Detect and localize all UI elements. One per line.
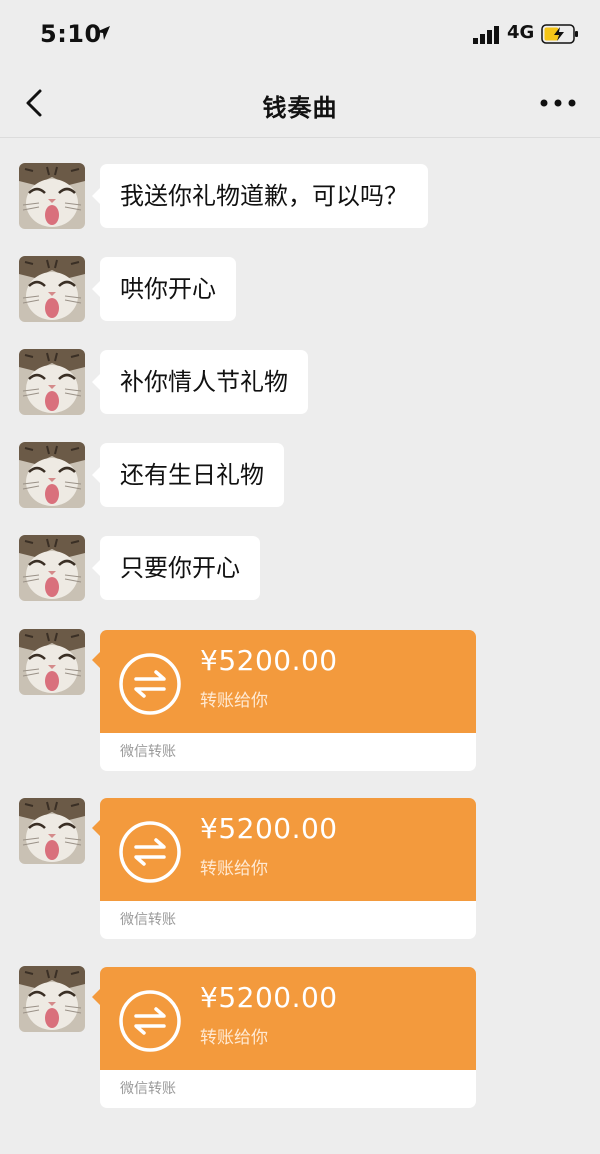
transfer-arrows-icon [118,652,182,716]
avatar[interactable] [19,629,85,695]
message-bubble[interactable]: 还有生日礼物 [92,443,284,507]
transfer-card[interactable]: ¥5200.00 转账给你 微信转账 [92,798,476,939]
transfer-note: 转账给你 [200,859,268,879]
message-bubble[interactable]: 补你情人节礼物 [92,350,308,414]
avatar[interactable] [19,256,85,322]
avatar[interactable] [19,535,85,601]
transfer-source: 微信转账 [100,1070,476,1108]
message-bubble[interactable]: 我送你礼物道歉，可以吗？ [92,164,428,228]
avatar[interactable] [19,442,85,508]
status-time: 5:10 [40,20,102,48]
transfer-card-body[interactable]: ¥5200.00 转账给你 [100,630,476,733]
transfer-source: 微信转账 [100,733,476,771]
signal-icon [473,26,499,44]
transfer-amount: ¥5200.00 [200,644,338,677]
avatar[interactable] [19,798,85,864]
avatar[interactable] [19,349,85,415]
chat-title: 钱奏曲 [262,94,338,122]
more-options-icon[interactable] [540,99,576,107]
battery-charging-icon [541,24,578,44]
transfer-note: 转账给你 [200,691,268,711]
message-bubble[interactable]: 哄你开心 [92,257,236,321]
transfer-arrows-icon [118,820,182,884]
status-bar: 5:10 4G [0,0,600,66]
avatar[interactable] [19,966,85,1032]
transfer-source: 微信转账 [100,901,476,939]
nav-bar: 钱奏曲 [0,66,600,138]
network-type: 4G [507,22,535,43]
message-bubble[interactable]: 只要你开心 [92,536,260,600]
location-arrow-icon [96,26,110,40]
transfer-amount: ¥5200.00 [200,981,338,1014]
transfer-arrows-icon [118,989,182,1053]
transfer-card[interactable]: ¥5200.00 转账给你 微信转账 [92,630,476,771]
transfer-amount: ¥5200.00 [200,812,338,845]
transfer-note: 转账给你 [200,1028,268,1048]
avatar[interactable] [19,163,85,229]
transfer-card[interactable]: ¥5200.00 转账给你 微信转账 [92,967,476,1108]
transfer-card-body[interactable]: ¥5200.00 转账给你 [100,967,476,1070]
transfer-card-body[interactable]: ¥5200.00 转账给你 [100,798,476,901]
